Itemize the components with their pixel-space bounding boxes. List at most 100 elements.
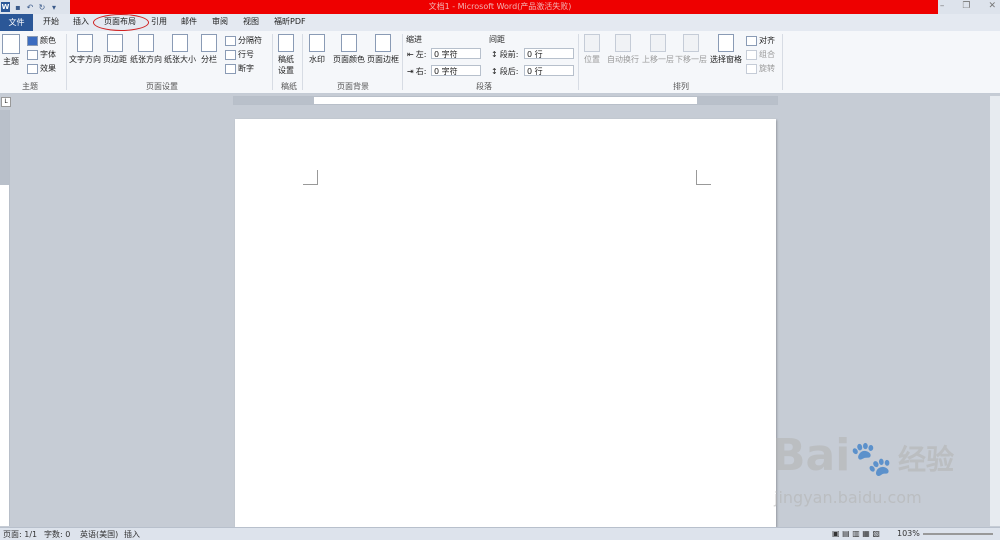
columns-icon: [201, 34, 217, 52]
draft-settings-button[interactable]: 稿纸 设置: [278, 34, 294, 76]
position-button[interactable]: 位置: [584, 34, 600, 65]
align-icon: [746, 35, 757, 46]
tab-view[interactable]: 视图: [243, 16, 259, 27]
active-tab-circle: [93, 14, 149, 31]
tab-review[interactable]: 审阅: [212, 16, 228, 27]
group-separator: [302, 34, 303, 90]
themes-icon: [2, 34, 20, 54]
breaks-icon: [225, 35, 236, 46]
size-icon: [172, 34, 188, 52]
title-bar: 文档1 - Microsoft Word(产品激活失败) W ▪ ↶ ↻ ▾ –…: [0, 0, 1000, 14]
spacing-after-input[interactable]: 0 行: [524, 65, 574, 76]
baidu-watermark: Bai🐾 经验 jingyan.baidu.com: [770, 430, 990, 515]
ruler-top-margin: [0, 110, 9, 185]
line-numbers-icon: [225, 49, 236, 60]
rotate-button[interactable]: 旋转: [746, 63, 775, 74]
selection-pane-icon: [718, 34, 734, 52]
paw-icon: 🐾: [850, 439, 893, 479]
status-insert-mode[interactable]: 插入: [124, 529, 140, 540]
indent-right-label: ⇥ 右:: [407, 67, 427, 76]
vertical-scrollbar[interactable]: [990, 96, 1000, 526]
line-numbers-button[interactable]: 行号: [225, 49, 254, 60]
group-label-draft: 稿纸: [281, 82, 297, 91]
undo-icon[interactable]: ↶: [26, 3, 34, 12]
wrap-text-button[interactable]: 自动换行: [607, 34, 639, 65]
vertical-ruler[interactable]: [0, 110, 10, 526]
zoom-slider[interactable]: [923, 533, 993, 535]
tab-selector[interactable]: L: [1, 97, 11, 107]
watermark-icon: [309, 34, 325, 52]
group-button[interactable]: 组合: [746, 49, 775, 60]
page-borders-button[interactable]: 页面边框: [367, 34, 399, 65]
send-backward-button[interactable]: 下移一层: [675, 34, 707, 65]
ribbon: 主题 颜色 字体 效果 主题 文字方向 页边距 纸张方向 纸张大小 分栏 分隔符…: [0, 31, 1000, 94]
close-icon[interactable]: ✕: [988, 1, 996, 11]
status-page[interactable]: 页面: 1/1: [3, 529, 37, 540]
indent-left-label: ⇤ 左:: [407, 50, 427, 59]
customize-icon[interactable]: ▾: [50, 3, 58, 12]
jingyan-text: 经验: [898, 443, 955, 476]
tab-insert[interactable]: 插入: [73, 16, 89, 27]
page-color-button[interactable]: 页面颜色: [333, 34, 365, 65]
selection-pane-button[interactable]: 选择窗格: [710, 34, 742, 65]
group-separator: [578, 34, 579, 90]
status-language[interactable]: 英语(美国): [80, 529, 118, 540]
zoom-level[interactable]: 103%: [897, 529, 920, 538]
status-bar: 页面: 1/1 字数: 0 英语(美国) 插入 ▣ ▤ ▥ ▦ ▧ 103%: [0, 527, 1000, 540]
group-label-page-background: 页面背景: [337, 82, 369, 91]
restore-icon[interactable]: ❐: [962, 1, 970, 11]
indent-right-input[interactable]: 0 字符: [431, 65, 481, 76]
word-app-icon[interactable]: W: [1, 2, 10, 12]
spacing-before-input[interactable]: 0 行: [524, 48, 574, 59]
watermark-button[interactable]: 水印: [309, 34, 325, 65]
group-label-arrange: 排列: [673, 82, 689, 91]
group-separator: [782, 34, 783, 90]
theme-fonts-button[interactable]: 字体: [27, 49, 56, 60]
align-button[interactable]: 对齐: [746, 35, 775, 46]
send-backward-icon: [683, 34, 699, 52]
horizontal-ruler[interactable]: [233, 96, 778, 105]
text-direction-button[interactable]: 文字方向: [69, 34, 101, 65]
save-icon[interactable]: ▪: [14, 3, 22, 12]
indent-right-icon: ⇥: [407, 67, 414, 76]
orientation-icon: [138, 34, 154, 52]
margins-icon: [107, 34, 123, 52]
themes-button[interactable]: 主题: [2, 34, 20, 67]
ruler-left-margin: [234, 97, 314, 104]
tab-home[interactable]: 开始: [43, 16, 59, 27]
group-separator: [66, 34, 67, 90]
margin-mark-top-left: [303, 170, 318, 185]
indent-left-input[interactable]: 0 字符: [431, 48, 481, 59]
redo-icon[interactable]: ↻: [38, 3, 46, 12]
minimize-icon[interactable]: –: [940, 1, 945, 11]
spacing-before-label: ↕ 段前:: [491, 50, 519, 59]
baidu-logo: Bai🐾: [772, 430, 893, 481]
size-button[interactable]: 纸张大小: [164, 34, 196, 65]
bring-forward-icon: [650, 34, 666, 52]
margins-button[interactable]: 页边距: [103, 34, 127, 65]
group-icon: [746, 49, 757, 60]
theme-effects-button[interactable]: 效果: [27, 63, 56, 74]
group-separator: [402, 34, 403, 90]
spacing-heading: 间距: [489, 35, 505, 44]
tab-foxit-pdf[interactable]: 福昕PDF: [274, 16, 306, 27]
page-color-icon: [341, 34, 357, 52]
theme-colors-button[interactable]: 颜色: [27, 35, 56, 46]
bring-forward-button[interactable]: 上移一层: [642, 34, 674, 65]
hyphenation-icon: [225, 63, 236, 74]
orientation-button[interactable]: 纸张方向: [130, 34, 162, 65]
watermark-url: jingyan.baidu.com: [774, 488, 922, 507]
status-word-count[interactable]: 字数: 0: [44, 529, 70, 540]
tab-mailings[interactable]: 邮件: [181, 16, 197, 27]
view-buttons[interactable]: ▣ ▤ ▥ ▦ ▧: [832, 529, 880, 538]
columns-button[interactable]: 分栏: [201, 34, 217, 65]
group-separator: [272, 34, 273, 90]
tab-references[interactable]: 引用: [151, 16, 167, 27]
hyphenation-button[interactable]: 断字: [225, 63, 254, 74]
breaks-button[interactable]: 分隔符: [225, 35, 262, 46]
spacing-after-label: ↕ 段后:: [491, 67, 519, 76]
indent-heading: 缩进: [406, 35, 422, 44]
tab-file[interactable]: 文件: [0, 14, 33, 31]
document-page[interactable]: [235, 119, 776, 527]
position-icon: [584, 34, 600, 52]
